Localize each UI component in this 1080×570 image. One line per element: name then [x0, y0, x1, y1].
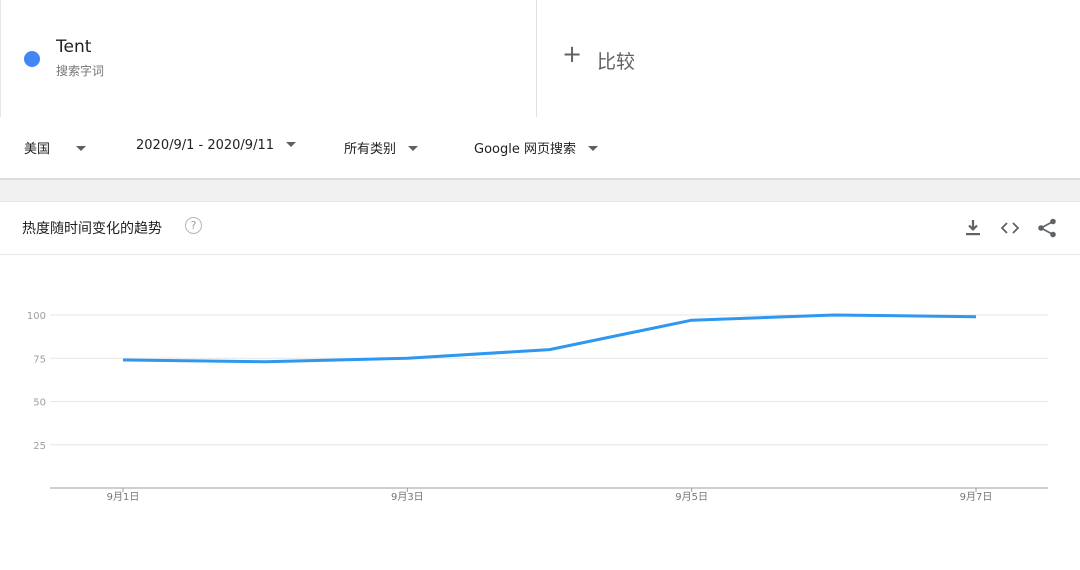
embed-icon[interactable] [998, 216, 1022, 240]
y-tick-label: 100 [27, 311, 46, 322]
chevron-down-icon [76, 146, 87, 151]
chevron-down-icon [286, 142, 297, 147]
x-tick-label: 9月7日 [960, 491, 993, 503]
search-term-panel: Tent 搜索字词 + 比较 [0, 0, 1080, 119]
y-tick-label: 50 [33, 398, 46, 409]
x-tick-label: 9月1日 [107, 491, 140, 503]
date-range-dropdown[interactable]: 2020/9/1 - 2020/9/11 [136, 138, 297, 153]
data-point[interactable] [261, 358, 269, 366]
search-type-dropdown[interactable]: Google 网页搜索 [474, 138, 599, 157]
search-type-value: Google 网页搜索 [474, 142, 576, 157]
x-tick-label: 9月3日 [391, 491, 424, 503]
term-name: Tent [56, 37, 92, 57]
chevron-down-icon [408, 146, 419, 151]
region-dropdown[interactable]: 美国 [24, 138, 87, 157]
search-term-card[interactable]: Tent 搜索字词 [0, 0, 537, 117]
plus-icon: + [562, 40, 583, 68]
x-tick-label: 9月5日 [675, 491, 708, 503]
compare-button[interactable]: + 比较 [538, 0, 1080, 117]
term-type-label: 搜索字词 [56, 64, 105, 78]
y-tick-label: 75 [33, 354, 46, 365]
category-dropdown[interactable]: 所有类别 [344, 138, 419, 157]
date-range-value: 2020/9/1 - 2020/9/11 [136, 138, 274, 153]
compare-label: 比较 [597, 51, 636, 73]
share-icon[interactable] [1035, 216, 1059, 240]
interest-over-time-card: 热度随时间变化的趋势 ? 25 50 75 100 9月1日 9月3日 9月5日 9月7日 [0, 201, 1080, 570]
term-color-dot [24, 51, 40, 67]
data-point[interactable] [546, 346, 554, 354]
y-tick-label: 25 [33, 441, 46, 452]
data-point[interactable] [688, 316, 696, 324]
data-point[interactable] [972, 313, 980, 321]
chevron-down-icon [588, 146, 599, 151]
region-value: 美国 [24, 142, 51, 157]
interest-line-chart: 25 50 75 100 9月1日 9月3日 9月5日 9月7日 [27, 311, 1048, 503]
download-icon[interactable] [961, 216, 985, 240]
category-value: 所有类别 [344, 142, 397, 157]
filters-bar: 美国 2020/9/1 - 2020/9/11 所有类别 Google 网页搜索 [0, 118, 1080, 180]
series-line[interactable] [122, 313, 977, 364]
data-point[interactable] [830, 311, 838, 319]
card-header: 热度随时间变化的趋势 ? [0, 202, 1080, 255]
help-icon[interactable]: ? [185, 217, 202, 234]
card-title: 热度随时间变化的趋势 [22, 221, 162, 237]
data-point[interactable] [119, 356, 127, 364]
data-point[interactable] [403, 354, 411, 362]
